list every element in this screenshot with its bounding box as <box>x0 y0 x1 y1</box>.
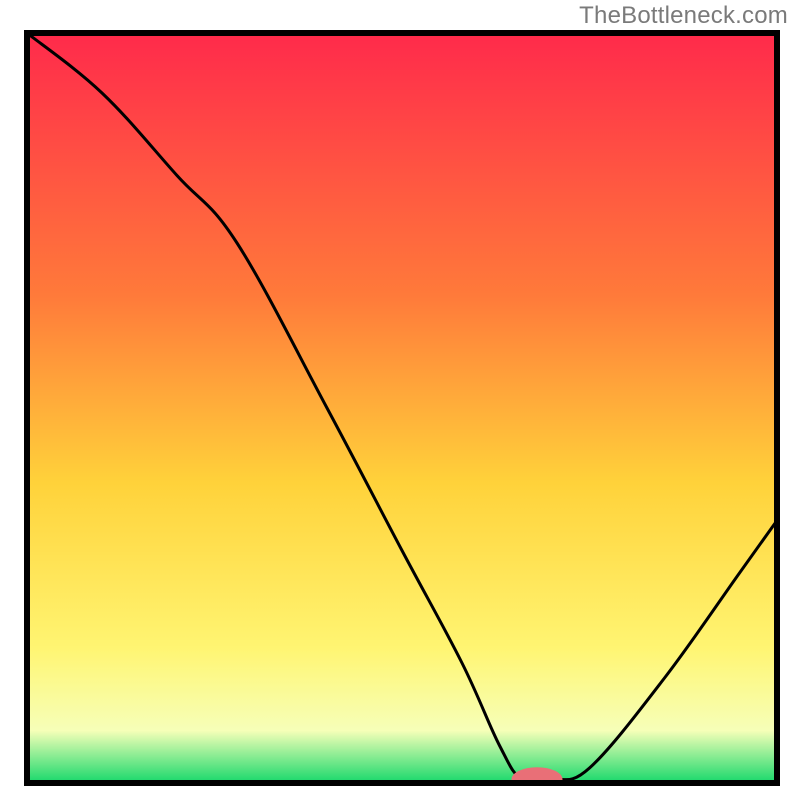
plot-svg <box>24 30 780 786</box>
gradient-background <box>27 33 777 783</box>
watermark-text: TheBottleneck.com <box>579 2 788 30</box>
plot-area <box>24 30 780 786</box>
chart-container: TheBottleneck.com <box>0 0 800 800</box>
